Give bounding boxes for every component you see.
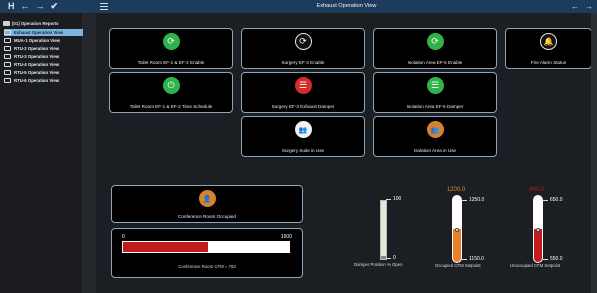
- damper-icon: ☰: [426, 77, 444, 94]
- tile-label: Fire Alarm Status: [530, 60, 567, 65]
- panel-splitter[interactable]: [83, 13, 96, 293]
- tile-toilet-schedule[interactable]: ⏻ Toilet Room EF-1 & EF-2 Time Schedule: [109, 72, 233, 113]
- damper-icon: ☰: [294, 77, 312, 94]
- tile-label: Isolation Area EF-5 Damper: [406, 104, 464, 109]
- title-bar: Exhaust Operation View ← →: [96, 0, 597, 13]
- view-icon: [4, 70, 11, 75]
- tree-item-label: MUA-1 Operation View: [14, 38, 61, 43]
- tile-label: Surgery EF-3 Exhaust Damper: [271, 104, 335, 109]
- occupied-gauge-fill: [453, 229, 461, 262]
- tile-toilet-enable[interactable]: ⟳ Toilet Room EF-1 & EF-2 Enable: [109, 28, 233, 69]
- occupied-bottom-tick: 1150.0: [462, 256, 484, 262]
- unoccupied-setpoint-value: 600.0: [529, 187, 545, 193]
- tree-item-rtu-6[interactable]: RTU-6 Operation View: [4, 77, 83, 84]
- refresh-icon: ⟳: [162, 33, 180, 50]
- tile-label: Conference Room Occupied: [178, 214, 236, 219]
- forward-icon[interactable]: →: [36, 0, 45, 13]
- tile-isolation-enable[interactable]: ⟳ Isolation Area EF-5 Enable: [373, 28, 497, 69]
- tile-fire-alarm[interactable]: 🔔 Fire Alarm Status: [505, 28, 592, 69]
- cfm-bar: [122, 241, 290, 253]
- tree-toolbar: H ← → ✔: [0, 0, 96, 13]
- tree-item-label: RTU-5 Operation View: [14, 70, 60, 75]
- tile-isolation-use[interactable]: 👥 Isolation Area in Use: [373, 116, 497, 157]
- tile-isolation-damper[interactable]: ☰ Isolation Area EF-5 Damper: [373, 72, 497, 113]
- tree-root-operation-reports[interactable]: [01] Operation Reports: [3, 20, 82, 27]
- occupied-caption: Occupied CFM Setpoint: [435, 263, 481, 268]
- refresh-icon: ⟳: [426, 33, 444, 50]
- folder-icon: [3, 21, 10, 26]
- occupied-top-tick: 1250.0: [462, 197, 484, 203]
- person-icon: 👤: [198, 190, 216, 207]
- cfm-readout: Conference Room CFM = 763: [178, 264, 236, 269]
- tree-item-rtu-4[interactable]: RTU-4 Operation View: [4, 61, 83, 68]
- view-icon: [4, 38, 11, 43]
- damper-max-tick: 100: [386, 196, 401, 202]
- back-arrow-icon[interactable]: ←: [571, 0, 579, 13]
- tile-label: Toilet Room EF-1 & EF-2 Time Schedule: [129, 104, 213, 109]
- tree-item-label: Exhaust Operation View: [14, 30, 64, 35]
- home-icon[interactable]: H: [8, 0, 15, 13]
- occupied-setpoint-value: 1200.0: [446, 187, 466, 193]
- tree-item-exhaust[interactable]: Exhaust Operation View: [4, 29, 83, 36]
- tile-label: Surgery Suite in Use: [281, 148, 325, 153]
- refresh-icon: ⟳: [294, 33, 312, 50]
- check-icon[interactable]: ✔: [51, 0, 59, 13]
- damper-caption: Damper Position % Open: [354, 262, 403, 267]
- people-icon: 👥: [426, 121, 444, 138]
- unoccupied-bottom-tick: 550.0: [543, 256, 563, 262]
- tile-surgery-suite[interactable]: 👥 Surgery Suite in Use: [241, 116, 365, 157]
- damper-position-bar: [380, 200, 387, 260]
- view-icon: [4, 78, 11, 83]
- cfm-max-label: 1500: [280, 234, 292, 240]
- tree-item-rtu-5[interactable]: RTU-5 Operation View: [4, 69, 83, 76]
- tree-item-rtu-3[interactable]: RTU-3 Operation View: [4, 53, 83, 60]
- tile-surgery-enable[interactable]: ⟳ Surgery EF-3 Enable: [241, 28, 365, 69]
- cfm-min-label: 0: [122, 234, 125, 240]
- forward-arrow-icon[interactable]: →: [585, 0, 593, 13]
- unoccupied-top-tick: 650.0: [543, 197, 563, 203]
- view-icon: [4, 62, 11, 67]
- bell-icon: 🔔: [540, 33, 557, 50]
- tree-item-mua-1[interactable]: MUA-1 Operation View: [4, 37, 83, 44]
- view-icon: [4, 46, 11, 51]
- view-icon: [4, 30, 11, 35]
- setpoint-marker: [455, 228, 459, 232]
- tile-label: Isolation Area EF-5 Enable: [407, 60, 463, 65]
- occupied-setpoint-gauge[interactable]: [452, 195, 462, 263]
- damper-min-tick: 0: [386, 255, 396, 261]
- cfm-bar-fill: [123, 242, 208, 252]
- unoccupied-caption: Unoccupied CFM Setpoint: [510, 263, 561, 268]
- people-icon: 👥: [294, 121, 312, 138]
- unoccupied-gauge-fill: [534, 229, 542, 262]
- tile-surgery-damper[interactable]: ☰ Surgery EF-3 Exhaust Damper: [241, 72, 365, 113]
- graphic-canvas: ⟳ Toilet Room EF-1 & EF-2 Enable ⟳ Surge…: [96, 13, 597, 293]
- unoccupied-setpoint-gauge[interactable]: [533, 195, 543, 263]
- tile-label: Surgery EF-3 Enable: [281, 60, 325, 65]
- cfm-panel: 0 1500 Conference Room CFM = 763: [111, 228, 303, 278]
- tree-item-label: RTU-6 Operation View: [14, 78, 60, 83]
- tile-conference-occupied[interactable]: 👤 Conference Room Occupied: [111, 185, 303, 223]
- tree-item-label: RTU-3 Operation View: [14, 54, 60, 59]
- view-icon: [4, 54, 11, 59]
- tree-item-label: RTU-2 Operation View: [14, 46, 60, 51]
- tile-label: Isolation Area in Use: [413, 148, 457, 153]
- setpoint-marker: [536, 228, 540, 232]
- page-title: Exhaust Operation View: [316, 3, 377, 9]
- tree-item-rtu-2[interactable]: RTU-2 Operation View: [4, 45, 83, 52]
- tree-root-label: [01] Operation Reports: [12, 21, 59, 26]
- tile-label: Toilet Room EF-1 & EF-2 Enable: [137, 60, 205, 65]
- back-icon[interactable]: ←: [21, 0, 30, 13]
- tree-item-label: RTU-4 Operation View: [14, 62, 60, 67]
- power-icon: ⏻: [162, 77, 180, 94]
- vertical-scrollbar[interactable]: [591, 13, 597, 293]
- navigation-tree: [01] Operation Reports Exhaust Operation…: [0, 13, 83, 293]
